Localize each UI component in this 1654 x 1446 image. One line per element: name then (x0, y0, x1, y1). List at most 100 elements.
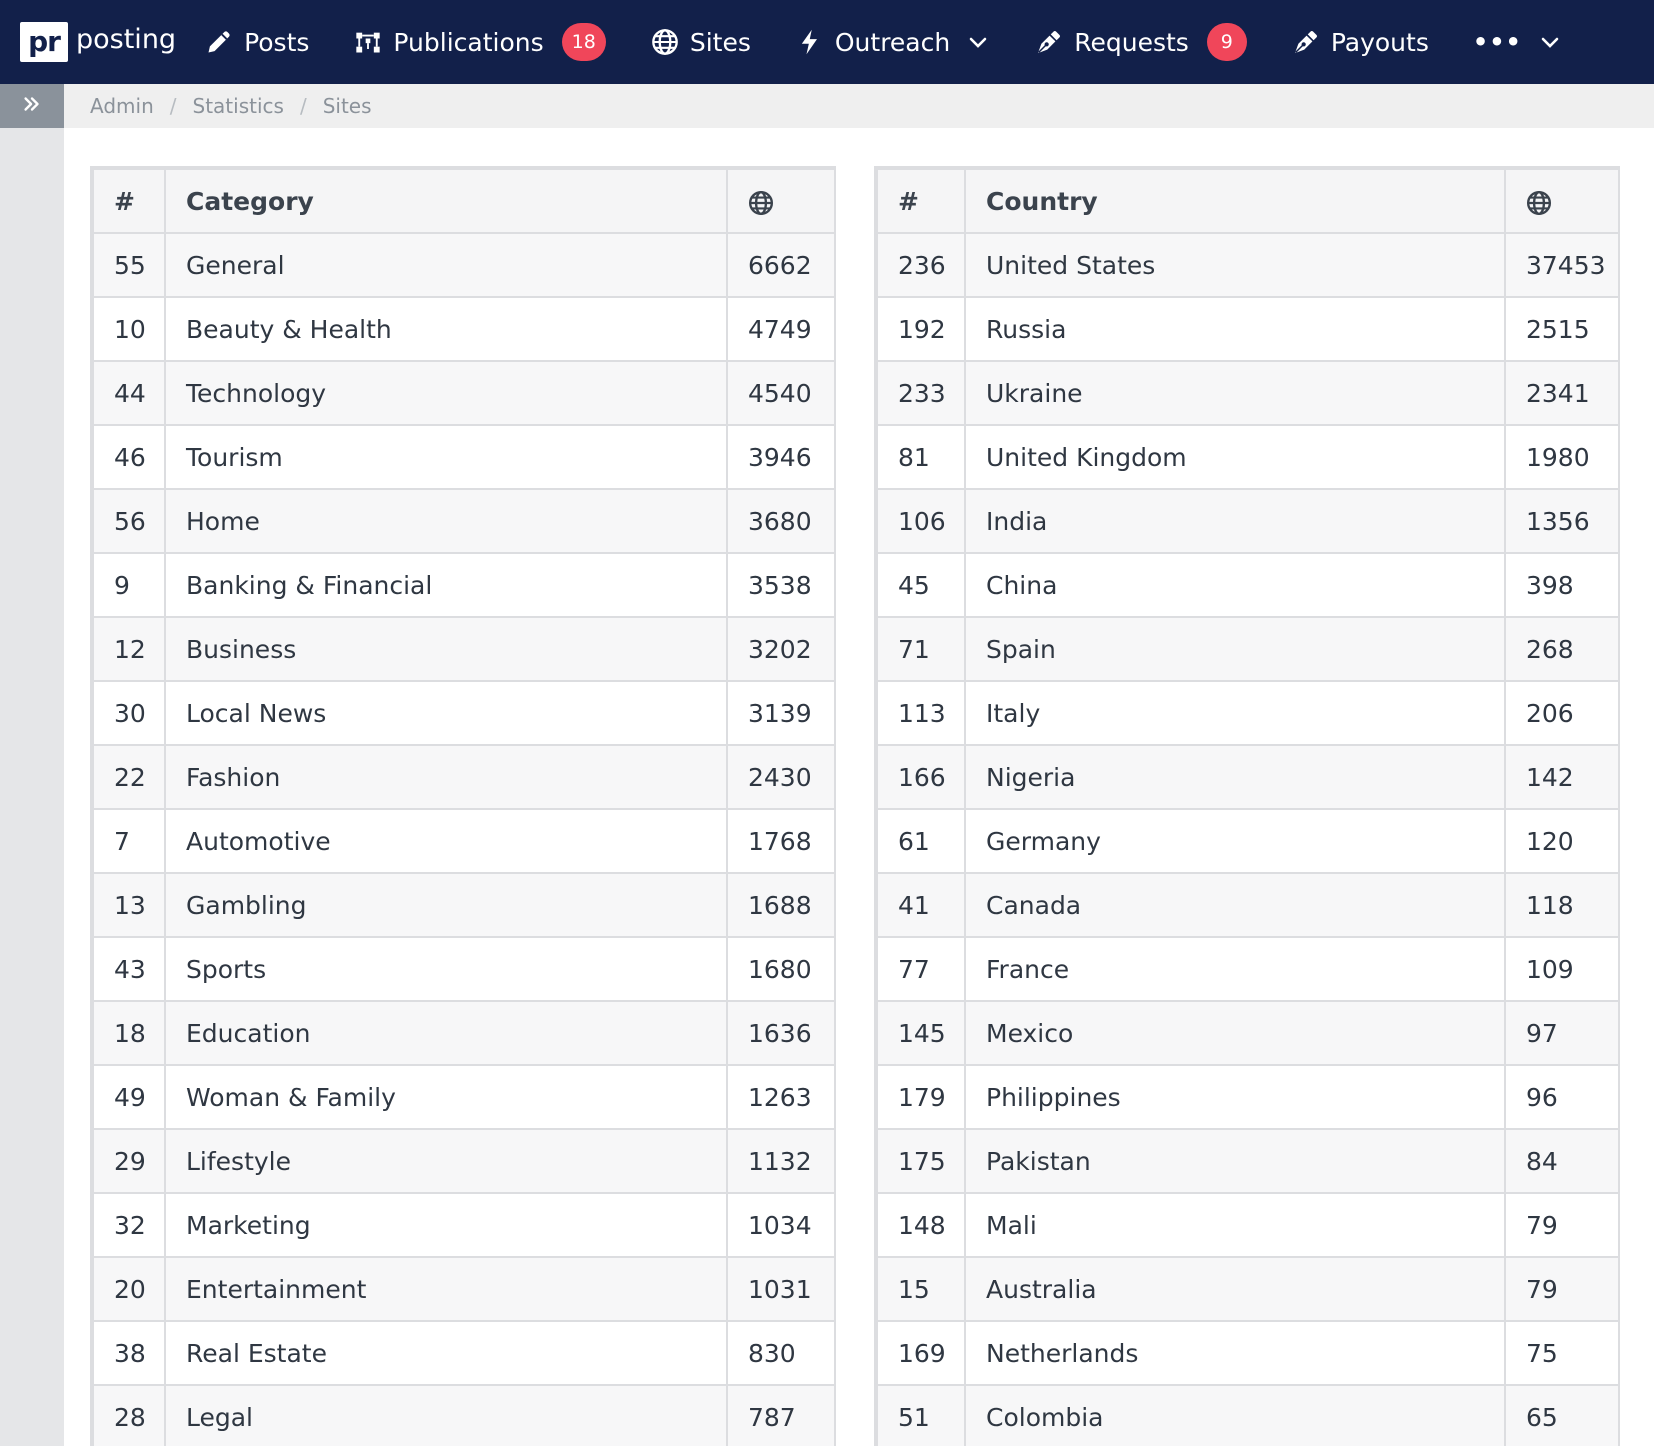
nav-publications-label: Publications (393, 27, 544, 57)
pencil-icon (204, 27, 234, 57)
cell-id: 10 (92, 296, 166, 362)
cell-name: Spain (964, 616, 1506, 682)
column-header-country: Country (964, 168, 1506, 234)
table-row: 51 Colombia 65 (876, 1384, 1620, 1446)
breadcrumb-admin[interactable]: Admin (90, 94, 154, 118)
cell-id: 55 (92, 232, 166, 298)
cell-id: 9 (92, 552, 166, 618)
nav-payouts-label: Payouts (1330, 27, 1429, 57)
cell-sites-count: 79 (1504, 1192, 1620, 1258)
cell-sites-count: 4749 (726, 296, 836, 362)
cell-sites-count: 6662 (726, 232, 836, 298)
cell-name: Legal (164, 1384, 728, 1446)
cell-id: 12 (92, 616, 166, 682)
cell-name: China (964, 552, 1506, 618)
cell-sites-count: 4540 (726, 360, 836, 426)
nav-posts[interactable]: Posts (204, 0, 309, 84)
cell-name: General (164, 232, 728, 298)
cell-sites-count: 398 (1504, 552, 1620, 618)
cell-name: Woman & Family (164, 1064, 728, 1130)
nav-publications[interactable]: Publications 18 (353, 0, 606, 84)
logo-text: posting (76, 23, 177, 55)
cell-id: 46 (92, 424, 166, 490)
cell-sites-count: 1688 (726, 872, 836, 938)
table-row: 30 Local News 3139 (92, 680, 836, 746)
cell-id: 179 (876, 1064, 966, 1130)
cell-sites-count: 1031 (726, 1256, 836, 1322)
globe-icon (1526, 187, 1552, 216)
table-row: 46 Tourism 3946 (92, 424, 836, 490)
cell-id: 51 (876, 1384, 966, 1446)
cell-name: Business (164, 616, 728, 682)
cell-id: 15 (876, 1256, 966, 1322)
table-row: 7 Automotive 1768 (92, 808, 836, 874)
nav-requests-label: Requests (1074, 27, 1189, 57)
table-row: 13 Gambling 1688 (92, 872, 836, 938)
globe-icon (748, 187, 774, 216)
cell-name: Tourism (164, 424, 728, 490)
breadcrumb: Admin / Statistics / Sites (64, 84, 1654, 128)
cell-id: 45 (876, 552, 966, 618)
nav-sites[interactable]: Sites (650, 0, 751, 84)
column-header-category: Category (164, 168, 728, 234)
cell-name: Beauty & Health (164, 296, 728, 362)
logo-mark: pr (20, 22, 68, 62)
country-stats-table: # Country 236 United States 37453 192 Russia… (874, 166, 1620, 1446)
nav-more-menu[interactable]: ••• (1473, 0, 1562, 84)
nav-outreach[interactable]: Outreach (795, 0, 990, 84)
cell-id: 7 (92, 808, 166, 874)
cell-sites-count: 120 (1504, 808, 1620, 874)
breadcrumb-statistics[interactable]: Statistics (193, 94, 284, 118)
sidebar-expand-button[interactable] (0, 84, 64, 128)
cell-id: 13 (92, 872, 166, 938)
cell-name: Philippines (964, 1064, 1506, 1130)
cell-sites-count: 37453 (1504, 232, 1620, 298)
cell-sites-count: 3538 (726, 552, 836, 618)
table-row: 20 Entertainment 1031 (92, 1256, 836, 1322)
cell-id: 106 (876, 488, 966, 554)
table-row: 56 Home 3680 (92, 488, 836, 554)
app-logo[interactable]: pr posting (20, 0, 176, 84)
cell-sites-count: 84 (1504, 1128, 1620, 1194)
cell-sites-count: 2430 (726, 744, 836, 810)
table-row: 12 Business 3202 (92, 616, 836, 682)
cell-name: Ukraine (964, 360, 1506, 426)
pen-nib-icon (1034, 27, 1064, 57)
cell-name: United States (964, 232, 1506, 298)
table-row: 41 Canada 118 (876, 872, 1620, 938)
table-row: 148 Mali 79 (876, 1192, 1620, 1258)
nav-requests[interactable]: Requests 9 (1034, 0, 1247, 84)
cell-name: Home (164, 488, 728, 554)
cell-id: 43 (92, 936, 166, 1002)
cell-name: Education (164, 1000, 728, 1066)
cell-id: 81 (876, 424, 966, 490)
cell-id: 28 (92, 1384, 166, 1446)
top-navbar: pr posting Posts Publications 18 Sites O… (0, 0, 1654, 84)
nav-outreach-label: Outreach (834, 27, 951, 57)
table-row: 236 United States 37453 (876, 232, 1620, 298)
cell-id: 175 (876, 1128, 966, 1194)
cell-name: Colombia (964, 1384, 1506, 1446)
more-dots-icon: ••• (1472, 28, 1522, 56)
cell-id: 29 (92, 1128, 166, 1194)
cell-id: 169 (876, 1320, 966, 1386)
table-row: 179 Philippines 96 (876, 1064, 1620, 1130)
cell-id: 148 (876, 1192, 966, 1258)
cell-sites-count: 79 (1504, 1256, 1620, 1322)
cell-id: 38 (92, 1320, 166, 1386)
cell-id: 166 (876, 744, 966, 810)
cell-id: 145 (876, 1000, 966, 1066)
cell-name: United Kingdom (964, 424, 1506, 490)
cell-name: Italy (964, 680, 1506, 746)
cell-sites-count: 1980 (1504, 424, 1620, 490)
cell-name: Canada (964, 872, 1506, 938)
column-header-id: # (876, 168, 966, 234)
breadcrumb-separator: / (299, 94, 307, 118)
nav-payouts[interactable]: Payouts (1291, 0, 1429, 84)
table-row: 44 Technology 4540 (92, 360, 836, 426)
table-row: 145 Mexico 97 (876, 1000, 1620, 1066)
cell-sites-count: 787 (726, 1384, 836, 1446)
cell-name: France (964, 936, 1506, 1002)
cell-id: 41 (876, 872, 966, 938)
cell-name: Lifestyle (164, 1128, 728, 1194)
